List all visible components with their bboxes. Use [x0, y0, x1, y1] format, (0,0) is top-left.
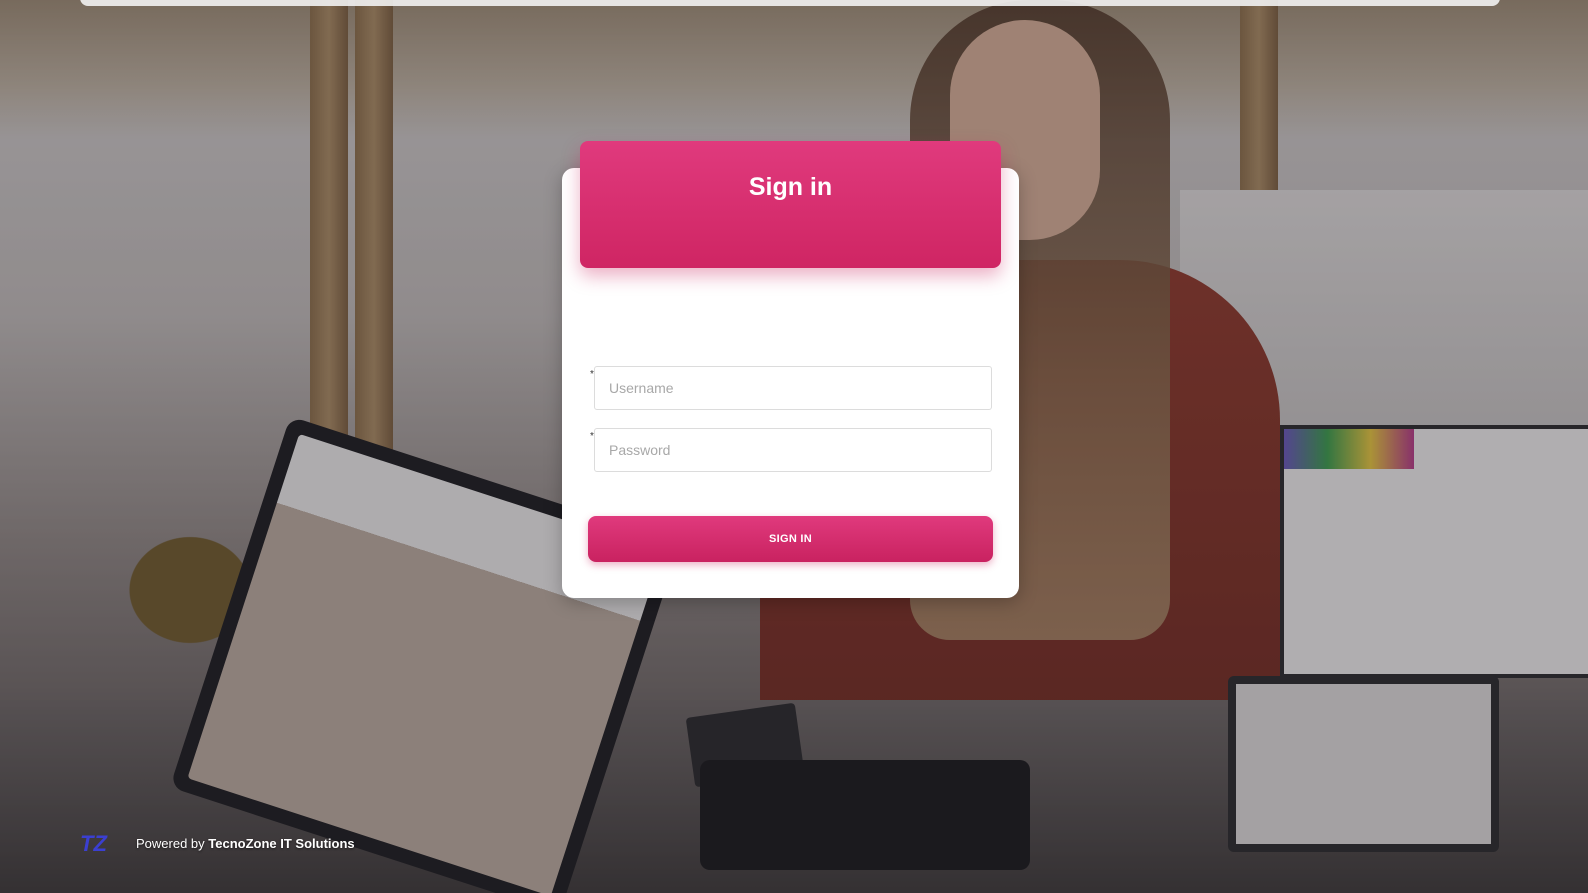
password-field-wrapper: * [590, 428, 992, 472]
top-edge-bar [80, 0, 1500, 6]
username-input[interactable] [594, 366, 992, 410]
footer-text: Powered by TecnoZone IT Solutions [136, 836, 355, 851]
login-header: Sign in [580, 141, 1001, 268]
tz-logo-text: TZ [80, 831, 108, 855]
footer-company-name: TecnoZone IT Solutions [208, 835, 355, 851]
password-input[interactable] [594, 428, 992, 472]
footer-powered-prefix: Powered by [136, 835, 209, 851]
username-field-wrapper: * [590, 366, 992, 410]
footer-powered-by: TZ Powered by TecnoZone IT Solutions [80, 830, 355, 856]
login-title: Sign in [748, 173, 833, 201]
tz-logo-icon: TZ [80, 831, 130, 856]
sign-in-button[interactable]: SIGN IN [588, 516, 993, 562]
